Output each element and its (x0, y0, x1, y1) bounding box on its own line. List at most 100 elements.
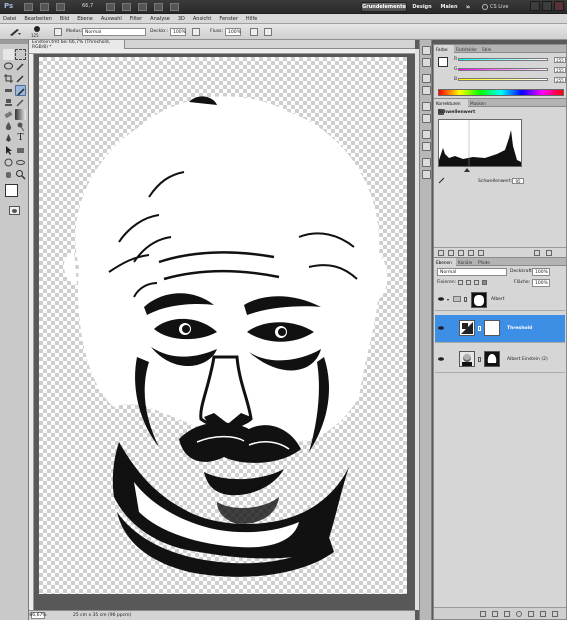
menu-image[interactable]: Bild (60, 16, 69, 22)
tools-panel-grip[interactable] (0, 40, 28, 44)
lock-transparency-icon[interactable] (458, 280, 463, 285)
pen-tool-icon[interactable] (3, 133, 14, 144)
green-channel-slider[interactable] (458, 68, 548, 71)
rotate-view-icon[interactable] (138, 3, 147, 11)
more-workspaces-button[interactable]: » (463, 2, 473, 12)
paragraph-panel-icon[interactable] (422, 114, 431, 123)
document-info[interactable]: 25 cm x 35 cm (96 ppcm) (73, 613, 131, 618)
color-spectrum-bar[interactable] (438, 89, 564, 96)
path-selection-tool-icon[interactable] (3, 145, 14, 156)
launch-bridge-icon[interactable] (24, 3, 33, 11)
minimize-window-button[interactable] (530, 1, 540, 11)
tab-styles[interactable]: Stile (480, 45, 494, 53)
quick-mask-icon[interactable] (9, 206, 20, 215)
reset-adjustment-icon[interactable] (534, 250, 540, 256)
tab-channels[interactable]: Kanäle (456, 258, 476, 266)
opacity-pressure-icon[interactable] (192, 28, 200, 36)
document-canvas[interactable] (39, 57, 407, 594)
threshold-value-field[interactable]: 95 (512, 178, 524, 184)
launch-minibridge-icon[interactable] (40, 3, 49, 11)
new-group-icon[interactable] (528, 611, 534, 617)
workspace-painting-button[interactable]: Malen (437, 2, 461, 12)
add-mask-icon[interactable] (504, 611, 510, 617)
menu-window[interactable]: Fenster (219, 16, 238, 22)
layer-mask-thumbnail[interactable] (484, 351, 500, 367)
marquee-tool-icon[interactable] (15, 49, 26, 60)
clone-source-panel-icon[interactable] (422, 86, 431, 95)
tab-layers[interactable]: Ebenen (434, 258, 456, 266)
workspace-essentials-button[interactable]: Grundelemente (361, 2, 407, 12)
styles-panel-icon[interactable] (422, 170, 431, 179)
layer-style-icon[interactable] (492, 611, 498, 617)
shape-tool-icon[interactable] (15, 145, 26, 156)
menu-view[interactable]: Ansicht (193, 16, 211, 22)
opacity-field[interactable]: 100% (170, 28, 186, 36)
tablet-size-icon[interactable] (264, 28, 272, 36)
layer-row-selected[interactable]: Threshold (435, 315, 565, 343)
lasso-tool-icon[interactable] (3, 61, 14, 72)
tab-masks[interactable]: Masken (468, 99, 488, 107)
zoom-tool-icon[interactable] (122, 3, 131, 11)
blue-channel-slider[interactable] (458, 78, 548, 81)
crop-tool-icon[interactable] (3, 73, 14, 84)
zoom-tool-icon[interactable] (15, 169, 26, 180)
arrange-documents-icon[interactable] (154, 3, 163, 11)
expand-view-icon[interactable] (448, 250, 454, 256)
layer-row[interactable]: Albert Einstein (2) (435, 347, 565, 373)
blend-mode-dropdown[interactable]: Normal (437, 268, 507, 276)
airbrush-icon[interactable] (250, 28, 258, 36)
history-brush-tool-icon[interactable] (15, 97, 26, 108)
3d-orbit-tool-icon[interactable] (15, 157, 26, 168)
tab-swatches[interactable]: Farbfelder (454, 45, 480, 53)
eraser-tool-icon[interactable] (3, 109, 14, 120)
navigator-panel-icon[interactable] (422, 130, 431, 139)
dodge-tool-icon[interactable] (15, 121, 26, 132)
3d-panel-icon[interactable] (422, 158, 431, 167)
quick-selection-tool-icon[interactable] (15, 61, 26, 72)
brush-panel-icon[interactable] (422, 74, 431, 83)
layer-opacity-field[interactable]: 100% (532, 268, 550, 276)
threshold-adjustment-thumbnail[interactable] (459, 320, 475, 336)
return-to-list-icon[interactable] (438, 250, 444, 256)
link-layers-icon[interactable] (480, 611, 486, 617)
screen-mode-icon[interactable] (170, 3, 179, 11)
workspace-design-button[interactable]: Design (410, 2, 434, 12)
delete-layer-icon[interactable] (552, 611, 558, 617)
delete-adjustment-icon[interactable] (546, 250, 552, 256)
zoom-level-dropdown[interactable]: 66,7 (82, 3, 98, 11)
menu-help[interactable]: Hilfe (246, 16, 257, 22)
clip-to-layer-icon[interactable] (458, 250, 464, 256)
fill-field[interactable]: 100% (532, 279, 550, 287)
tab-color[interactable]: Farbe (434, 45, 454, 53)
layer-mask-thumbnail[interactable] (484, 320, 500, 336)
brush-panel-toggle-icon[interactable] (54, 28, 62, 36)
menu-edit[interactable]: Bearbeiten (24, 16, 51, 22)
brush-preset-icon[interactable] (8, 27, 22, 37)
visibility-eye-icon[interactable] (438, 357, 444, 361)
hand-tool-icon[interactable] (3, 169, 14, 180)
foreground-color-swatch[interactable] (5, 184, 18, 197)
toggle-visibility-icon[interactable] (468, 250, 474, 256)
photo-layer-thumbnail[interactable] (459, 351, 475, 367)
blue-channel-value[interactable]: 255 (554, 77, 566, 83)
color-fg-swatch[interactable] (438, 57, 448, 67)
menu-analysis[interactable]: Analyse (150, 16, 170, 22)
threshold-eyedropper-icon[interactable] (438, 177, 445, 184)
tab-adjustments[interactable]: Korrekturen (434, 99, 468, 107)
gradient-tool-icon[interactable] (15, 109, 26, 120)
lock-pixels-icon[interactable] (466, 280, 471, 285)
lock-all-icon[interactable] (482, 280, 487, 285)
view-previous-state-icon[interactable] (478, 250, 484, 256)
blur-tool-icon[interactable] (3, 121, 14, 132)
new-adjustment-layer-icon[interactable] (516, 611, 522, 617)
menu-file[interactable]: Datei (3, 16, 16, 22)
healing-brush-tool-icon[interactable] (3, 85, 14, 96)
move-tool-icon[interactable] (3, 49, 14, 60)
red-channel-value[interactable]: 255 (554, 57, 566, 63)
expand-group-icon[interactable]: ▾ (447, 297, 449, 302)
history-panel-icon[interactable] (422, 46, 431, 55)
menu-layer[interactable]: Ebene (77, 16, 93, 22)
green-channel-value[interactable]: 255 (554, 67, 566, 73)
flow-field[interactable]: 100% (225, 28, 241, 36)
red-channel-slider[interactable] (458, 58, 548, 61)
